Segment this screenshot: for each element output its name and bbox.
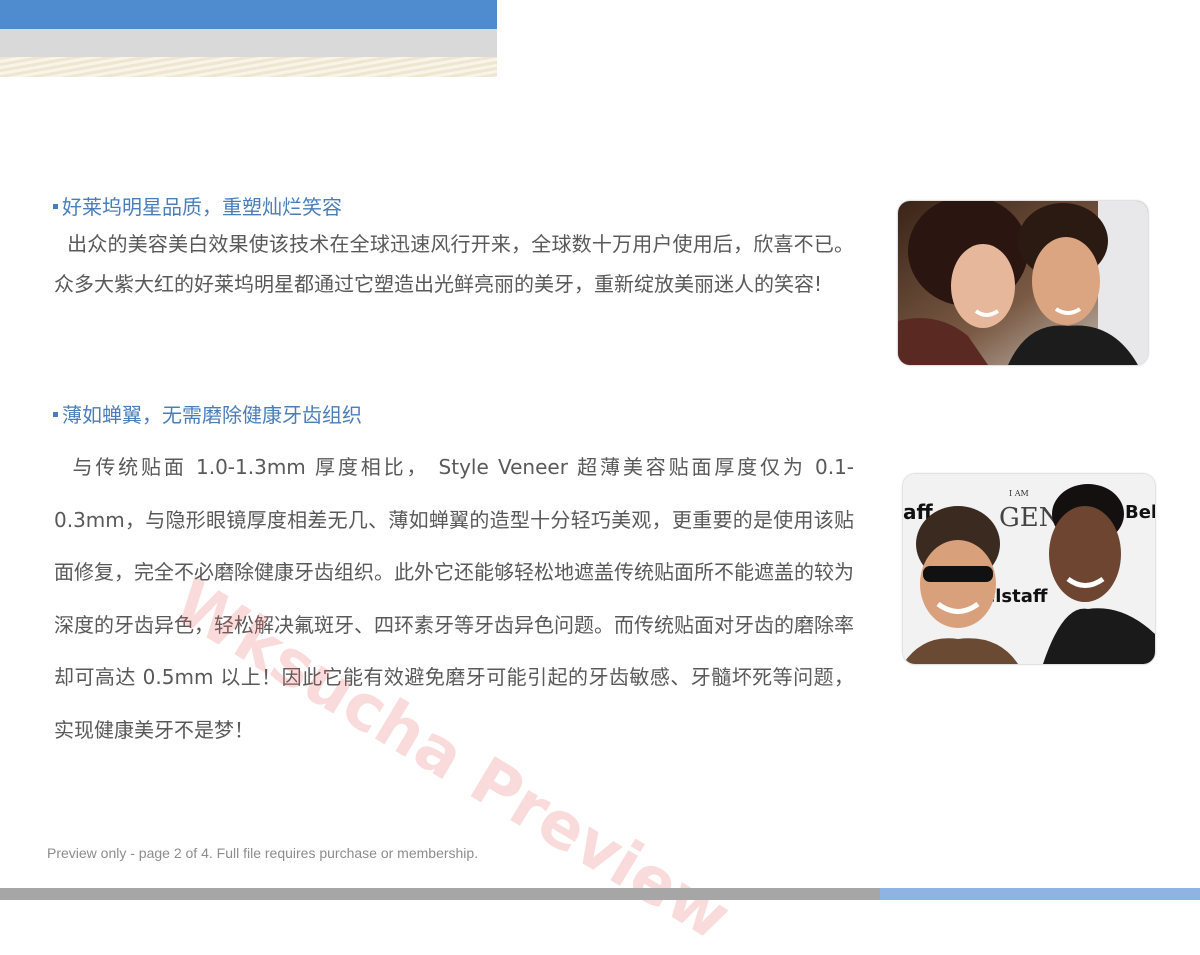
backdrop-logo-text-4: Bel	[1125, 502, 1155, 523]
backdrop-logo-text-3: GEN	[999, 503, 1062, 533]
section2-heading-text: 薄如蝉翼，无需磨除健康牙齿组织	[62, 403, 362, 427]
section2-body: 与传统贴面 1.0-1.3mm 厚度相比， Style Veneer 超薄美容贴…	[54, 441, 854, 756]
preview-footer-note: Preview only - page 2 of 4. Full file re…	[47, 845, 479, 861]
bullet-icon	[53, 412, 58, 417]
backdrop-logo-text-2: I AM	[1009, 489, 1029, 498]
celebrities-event-photo: aff I AM GEN Bel elstaff	[903, 474, 1155, 664]
footer-blue-bar	[880, 888, 1200, 900]
header-pattern-strip	[0, 57, 497, 77]
celebrity-couple-photo	[898, 201, 1148, 365]
section1-heading-text: 好莱坞明星品质，重塑灿烂笑容	[62, 195, 342, 219]
section2-heading: 薄如蝉翼，无需磨除健康牙齿组织	[53, 399, 362, 428]
header-blue-bar	[0, 0, 497, 29]
section1-body: 出众的美容美白效果使该技术在全球迅速风行开来，全球数十万用户使用后，欣喜不已。众…	[54, 225, 854, 304]
section1-body-text: 出众的美容美白效果使该技术在全球迅速风行开来，全球数十万用户使用后，欣喜不已。众…	[54, 232, 855, 296]
footer-gray-bar	[0, 888, 880, 900]
bullet-icon	[53, 204, 58, 209]
section1-heading: 好莱坞明星品质，重塑灿烂笑容	[53, 191, 342, 220]
section2-body-text: 与传统贴面 1.0-1.3mm 厚度相比， Style Veneer 超薄美容贴…	[54, 455, 855, 742]
header-gray-bar	[0, 29, 497, 57]
